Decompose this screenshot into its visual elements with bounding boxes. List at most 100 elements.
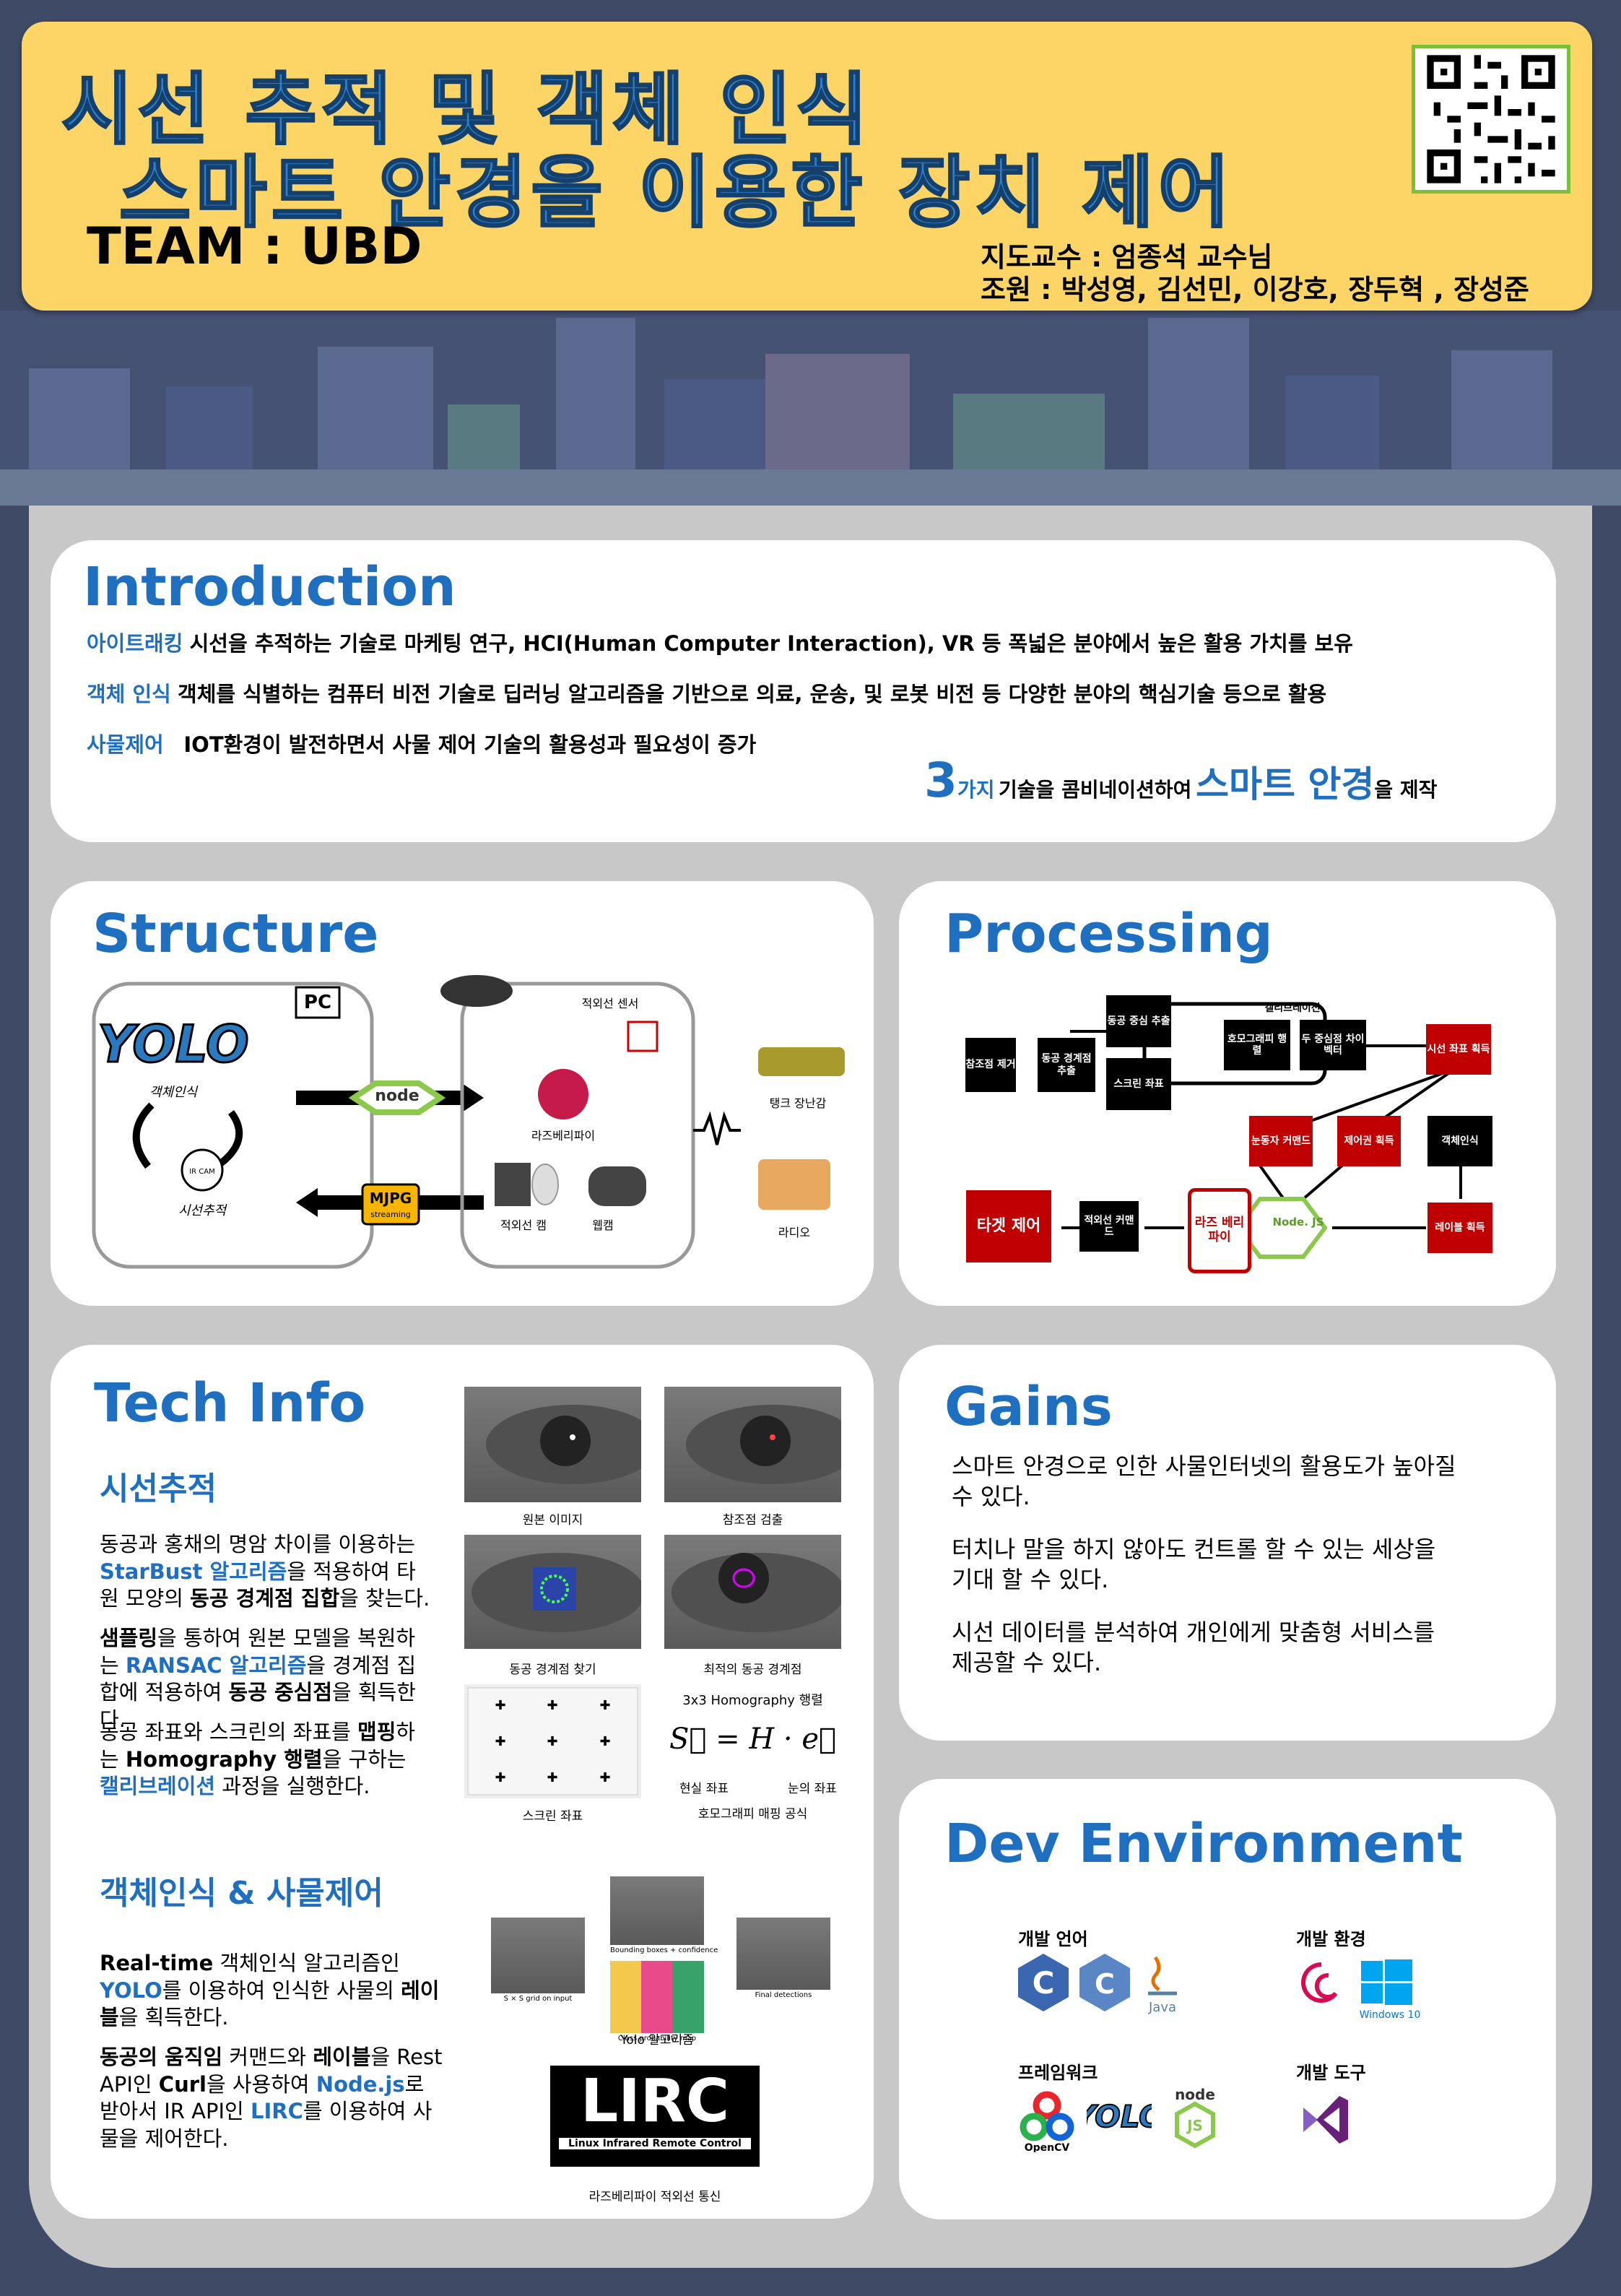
svg-text:✚: ✚	[599, 1698, 610, 1713]
yolo-label-final: Final detections	[755, 1991, 812, 1999]
nodejs-icon: node JS	[1175, 2086, 1215, 2149]
qr-code[interactable]	[1412, 45, 1570, 194]
eye-image-edge	[464, 1535, 645, 1649]
box-rpi: 라즈 베리 파이	[1188, 1188, 1251, 1273]
tech-sub-gaze: 시선추적	[100, 1470, 217, 1507]
box-label: 레이블 획득	[1427, 1203, 1492, 1253]
box-screen: 스크린 좌표	[1106, 1058, 1171, 1110]
tech-sub-object: 객체인식 & 사물제어	[100, 1875, 383, 1912]
box-center: 동공 중심 추출	[1106, 995, 1171, 1047]
svg-text:✚: ✚	[495, 1698, 505, 1713]
dev-fw-label: 프레임워크	[1018, 2063, 1098, 2083]
glasses-icon	[440, 975, 513, 1007]
node-logo-label: node	[375, 1087, 419, 1105]
box-ref: 참조점 제거	[965, 1038, 1016, 1092]
tank-icon	[758, 1047, 845, 1076]
svg-text:OpenCV: OpenCV	[1025, 2142, 1070, 2152]
lirc-logo: LIRC Linux Infrared Remote Control	[550, 2066, 760, 2167]
webcam-label: 웹캠	[592, 1218, 613, 1232]
caption-screen: 스크린 좌표	[522, 1809, 583, 1824]
radio-icon	[758, 1159, 830, 1210]
ir-cam-module-icon	[495, 1163, 531, 1206]
tech-paragraph-1: 동공과 홍채의 명암 차이를 이용하는 StarBust 알고리즘을 적용하여 …	[100, 1532, 430, 1611]
c-icon: C C	[1018, 1954, 1130, 2011]
radio-label: 라디오	[778, 1226, 810, 1239]
road-strip	[0, 469, 1621, 506]
visual-studio-icon	[1303, 2096, 1348, 2144]
eye-image-best-edge	[664, 1535, 845, 1649]
intro-summary: 3가지 기술을 콤비네이션하여 스마트 안경을 제작	[924, 753, 1438, 808]
tech-paragraph-4: Real-time 객체인식 알고리즘인 YOLO를 이용하여 인식한 사물의 …	[100, 1951, 440, 2030]
yolo-caption: Yolo 알고리즘	[620, 2033, 694, 2048]
ir-signal-icon	[693, 1111, 741, 1145]
tech-info-heading: Tech Info	[94, 1372, 366, 1434]
label-calib: 캘리브레이션	[1264, 1002, 1321, 1014]
box-homo: 호모그래피 행렬	[1224, 1020, 1290, 1070]
caption-reference: 참조점 검출	[722, 1513, 783, 1528]
svg-text:YOLO: YOLO	[1087, 2099, 1152, 2134]
svg-text:node: node	[1175, 2086, 1215, 2103]
caption-edge: 동공 경계점 찾기	[509, 1663, 596, 1677]
raspberry-icon	[538, 1069, 588, 1119]
dev-tool-label: 개발 도구	[1296, 2063, 1366, 2083]
svg-text:Windows 10: Windows 10	[1360, 2009, 1421, 2021]
tech-paragraph-2: 샘플링을 통하여 원본 모델을 복원하는 RANSAC 알고리즘을 경계점 집합…	[100, 1626, 417, 1733]
svg-text:✚: ✚	[599, 1770, 610, 1785]
intro-item-control: 사물제어 IOT환경이 발전하면서 사물 제어 기술의 활용성과 필요성이 증가	[87, 732, 757, 757]
intro-item-object: 객체 인식 객체를 식별하는 컴퓨터 비전 기술로 딥러닝 알고리즘을 기반으로…	[87, 682, 1327, 706]
svg-text:JS: JS	[1186, 2117, 1203, 2134]
svg-text:C: C	[1095, 1968, 1115, 2000]
caption-original: 원본 이미지	[522, 1513, 583, 1528]
box-gaze-coord: 시선 좌표 획득	[1426, 1024, 1491, 1075]
yolo-label-grid: S × S grid on input	[503, 1995, 573, 2003]
svg-text:✚: ✚	[599, 1734, 610, 1749]
team-name: TEAM : UBD	[87, 217, 422, 276]
cycle-arrow-left	[132, 1102, 155, 1169]
formula-left-label: 현실 좌표	[679, 1782, 729, 1796]
raspberry-label: 라즈베리파이	[531, 1129, 595, 1143]
object-recognition-label: 객체인식	[149, 1085, 199, 1100]
ir-sensor-icon	[627, 1021, 659, 1052]
yolo-logo: YOLO	[97, 1015, 248, 1074]
yolo-final-detections	[736, 1918, 830, 1990]
svg-text:✚: ✚	[547, 1770, 557, 1785]
ir-sensor-label: 적외선 센서	[582, 997, 639, 1010]
svg-text:✚: ✚	[547, 1734, 557, 1749]
gains-heading: Gains	[944, 1376, 1113, 1438]
screen-calibration-image: ✚ ✚ ✚ ✚ ✚ ✚ ✚ ✚ ✚	[464, 1684, 641, 1798]
box-ctrl: 제어권 획득	[1337, 1116, 1401, 1166]
dev-env-label: 개발 환경	[1296, 1929, 1366, 1949]
gain-item-1: 스마트 안경으로 인한 사물인터넷의 활용도가 높아질 수 있다.	[952, 1452, 1456, 1510]
webcam-icon	[588, 1166, 646, 1206]
lirc-caption: 라즈베리파이 적외선 통신	[588, 2190, 721, 2204]
yolo-dev-icon: YOLO	[1087, 2098, 1152, 2135]
homography-title: 3x3 Homography 행렬	[682, 1693, 823, 1708]
svg-text:✚: ✚	[495, 1770, 505, 1785]
box-edge: 동공 경계점 추출	[1038, 1038, 1095, 1092]
box-obj: 객체인식	[1427, 1116, 1492, 1166]
pi-box	[460, 982, 695, 1269]
mjpg-label: MJPG	[370, 1190, 412, 1207]
ir-cam-label: IR CAM	[189, 1168, 215, 1176]
gain-item-3: 시선 데이터를 분석하여 개인에게 맞춤형 서비스를 제공할 수 있다.	[952, 1619, 1435, 1676]
caption-homography: 호모그래피 매핑 공식	[697, 1807, 808, 1821]
eye-image-reference	[664, 1387, 859, 1502]
tech-paragraph-5: 동공의 움직임 커맨드와 레이블을 Rest API인 Curl을 사용하여 N…	[100, 2045, 443, 2152]
svg-text:✚: ✚	[495, 1734, 505, 1749]
java-icon: Java	[1148, 1956, 1177, 2015]
processing-heading: Processing	[944, 903, 1273, 965]
members: 조원 : 박성영, 김선민, 이강호, 장두혁 , 장성준	[981, 274, 1529, 306]
mjpg-sub-label: streaming	[370, 1210, 411, 1219]
gaze-tracking-label: 시선추적	[178, 1203, 228, 1218]
windows-icon: Windows 10	[1360, 1959, 1421, 2021]
tech-paragraph-3: 동공 좌표와 스크린의 좌표를 맵핑하는 Homography 행렬을 구하는 …	[100, 1720, 416, 1799]
box-diff: 두 중심점 차이 벡터	[1300, 1020, 1366, 1070]
opencv-icon: OpenCV	[1020, 2091, 1074, 2152]
structure-diagram: PC YOLO 객체인식 IR CAM 시선추적 node MJPG strea…	[92, 975, 845, 1269]
svg-text:✚: ✚	[547, 1698, 557, 1713]
yolo-grid-input	[491, 1918, 585, 1993]
dev-env-heading: Dev Environment	[944, 1813, 1463, 1875]
pc-label: PC	[304, 992, 331, 1013]
yolo-class-prob-map	[610, 1961, 704, 2033]
formula-right-label: 눈의 좌표	[788, 1782, 837, 1796]
